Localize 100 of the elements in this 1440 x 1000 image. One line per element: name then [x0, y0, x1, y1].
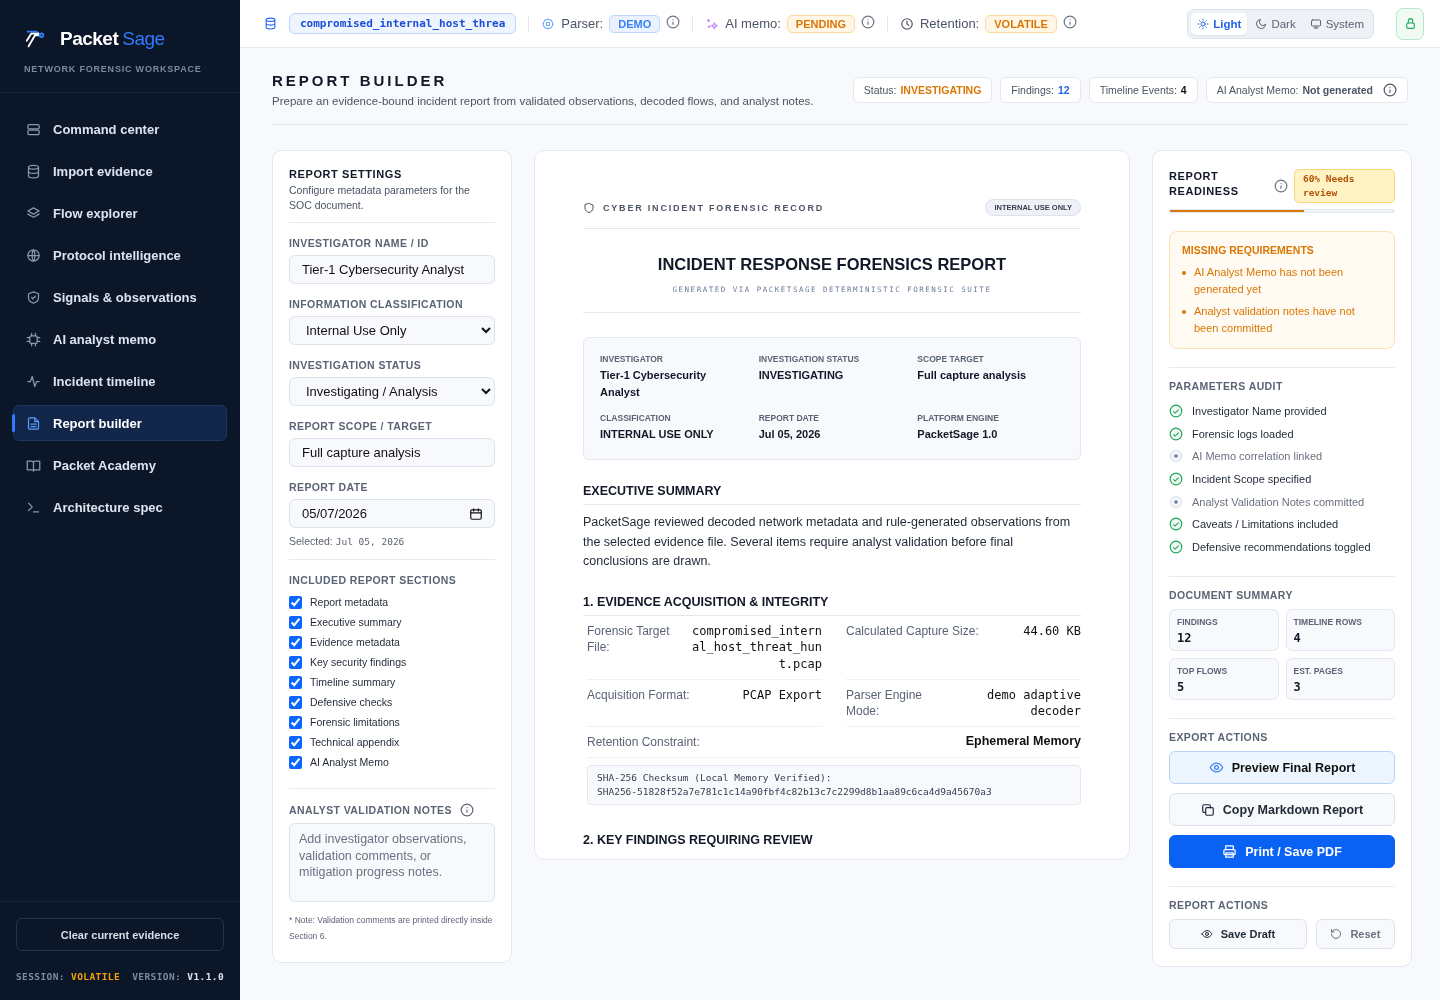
sidebar-item[interactable]: AI analyst memo: [13, 321, 227, 357]
action-button[interactable]: Reset: [1315, 919, 1395, 950]
metadata-label: INVESTIGATION STATUS: [758, 354, 861, 364]
status-label: Parser:: [561, 16, 604, 31]
card-title: REPORT SETTINGS: [289, 168, 403, 180]
metadata-label: INVESTIGATOR: [600, 354, 664, 364]
shield-icon: [583, 201, 595, 214]
section-heading: DOCUMENT SUMMARY: [1169, 589, 1294, 602]
reset-icon: [1330, 928, 1343, 941]
checkbox[interactable]: [289, 635, 302, 649]
checkbox[interactable]: [289, 735, 302, 749]
stat-chip: AI Analyst Memo: Not generated: [1205, 77, 1408, 103]
field-label: REPORT SCOPE / TARGET: [289, 420, 433, 433]
summary-paragraph: PacketSage reviewed decoded network metadata and rule-generated observations from the selected evidence file. Several items require analyst validation before final conclusions are drawn.: [583, 514, 1072, 570]
evidence-label: Acquisition Format:: [587, 686, 690, 704]
pulse-icon: [26, 373, 41, 389]
evidence-value: PCAP Export: [742, 686, 822, 704]
checkbox[interactable]: [289, 695, 302, 709]
card-title: REPORT READINESS: [1169, 169, 1240, 200]
metadata-value: Tier-1 Cybersecurity Analyst: [600, 368, 708, 401]
date-field[interactable]: 05/07/2026: [289, 499, 495, 529]
sidebar-item[interactable]: Command center: [13, 111, 227, 147]
sidebar-item[interactable]: Flow explorer: [13, 195, 227, 231]
sidebar-item[interactable]: Protocol intelligence: [13, 237, 227, 273]
audit-item: Investigator Name provided: [1192, 405, 1327, 418]
notes-field[interactable]: Add investigator observations, validation comments, or mitigation progress notes.: [289, 823, 495, 903]
checkbox-label: Report metadata: [310, 596, 389, 609]
evidence-value: Ephemeral Memory: [965, 734, 1081, 751]
audit-item: Caveats / Limitations included: [1192, 518, 1339, 531]
export-button[interactable]: Preview Final Report: [1169, 751, 1395, 785]
export-button[interactable]: Copy Markdown Report: [1169, 793, 1395, 827]
brand-tagline: NETWORK FORENSIC WORKSPACE: [24, 64, 203, 74]
checkbox[interactable]: [289, 615, 302, 629]
bullet-icon: [1182, 309, 1186, 314]
field-label: INVESTIGATION STATUS: [289, 359, 423, 372]
eye-icon: [1200, 928, 1213, 941]
checkbox[interactable]: [289, 715, 302, 729]
audit-item: AI Memo correlation linked: [1192, 450, 1323, 463]
sun-icon: [1197, 17, 1210, 30]
sidebar-item[interactable]: Import evidence: [13, 153, 227, 189]
shield-icon: [26, 289, 41, 305]
audit-item: Forensic logs loaded: [1192, 427, 1294, 440]
session-status: SESSION: VOLATILE: [16, 971, 121, 982]
checkbox-label: AI Analyst Memo: [310, 756, 389, 769]
section-heading: 1. EVIDENCE ACQUISITION & INTEGRITY: [583, 595, 1081, 617]
layers-icon: [26, 205, 41, 221]
theme-toggle[interactable]: System: [1303, 12, 1370, 35]
text-field[interactable]: Full capture analysis: [289, 438, 495, 468]
audit-item: Analyst Validation Notes committed: [1192, 495, 1365, 508]
dropdown[interactable]: Investigating / Analysis: [289, 377, 495, 407]
info-icon: [459, 803, 474, 818]
audit-item: Defensive recommendations toggled: [1192, 540, 1371, 553]
checkbox[interactable]: [289, 655, 302, 669]
chip-icon: [26, 331, 41, 347]
status-badge: PENDING: [786, 14, 855, 33]
checkbox[interactable]: [289, 675, 302, 689]
bullet-icon: [1182, 270, 1186, 275]
summary-tile: EST. PAGES 3: [1285, 658, 1395, 701]
info-icon: [1383, 83, 1397, 97]
sidebar-item[interactable]: Report builder: [13, 405, 227, 441]
info-icon: [1273, 179, 1288, 193]
clear-evidence-button[interactable]: Clear current evidence: [16, 918, 224, 951]
theme-toggle[interactable]: Dark: [1249, 12, 1302, 35]
metadata-label: PLATFORM ENGINE: [917, 413, 1000, 424]
summary-tile: FINDINGS 12: [1169, 609, 1279, 652]
monitor-icon: [1309, 17, 1322, 30]
lock-button[interactable]: [1396, 7, 1424, 40]
status-label: Retention:: [919, 16, 980, 31]
checkbox[interactable]: [289, 755, 302, 769]
printer-icon: [1222, 844, 1238, 860]
export-button[interactable]: Print / Save PDF: [1169, 835, 1395, 869]
dropdown[interactable]: Internal Use Only: [289, 316, 495, 346]
sparkle-icon: [705, 16, 720, 31]
status-label: AI memo:: [725, 16, 781, 31]
metadata-value: INVESTIGATING: [758, 368, 845, 383]
checkbox-label: Timeline summary: [310, 676, 396, 689]
checkbox[interactable]: [289, 595, 302, 609]
evidence-label: Calculated Capture Size:: [846, 623, 979, 641]
audit-item: Incident Scope specified: [1192, 473, 1312, 485]
metadata-value: Full capture analysis: [917, 368, 1028, 383]
theme-toggle[interactable]: Light: [1191, 12, 1248, 35]
field-label: INFORMATION CLASSIFICATION: [289, 298, 464, 311]
checkbox-label: Evidence metadata: [310, 636, 400, 649]
metadata-value: Jul 05, 2026: [758, 427, 822, 443]
sidebar-item[interactable]: Architecture spec: [13, 489, 227, 525]
action-button[interactable]: Save Draft: [1169, 919, 1307, 950]
book-icon: [26, 457, 41, 473]
card-subtitle: Configure metadata parameters for the SOC document.: [289, 183, 495, 224]
text-field[interactable]: Tier-1 Cybersecurity Analyst: [289, 255, 495, 285]
field-label: INVESTIGATOR NAME / ID: [289, 237, 430, 250]
stat-chip: Status: INVESTIGATING: [852, 77, 993, 103]
metadata-label: REPORT DATE: [758, 413, 820, 424]
evidence-value: compromised_internal_host_threat_hunt.pcap: [690, 623, 822, 672]
sidebar-item[interactable]: Signals & observations: [13, 279, 227, 315]
checkbox-label: Forensic limitations: [310, 716, 400, 729]
info-icon: [1062, 15, 1077, 29]
sidebar-item[interactable]: Incident timeline: [13, 363, 227, 399]
summary-tile: TIMELINE ROWS 4: [1285, 609, 1395, 652]
sidebar-item[interactable]: Packet Academy: [13, 447, 227, 483]
stat-chip: Findings: 12: [1000, 77, 1081, 103]
